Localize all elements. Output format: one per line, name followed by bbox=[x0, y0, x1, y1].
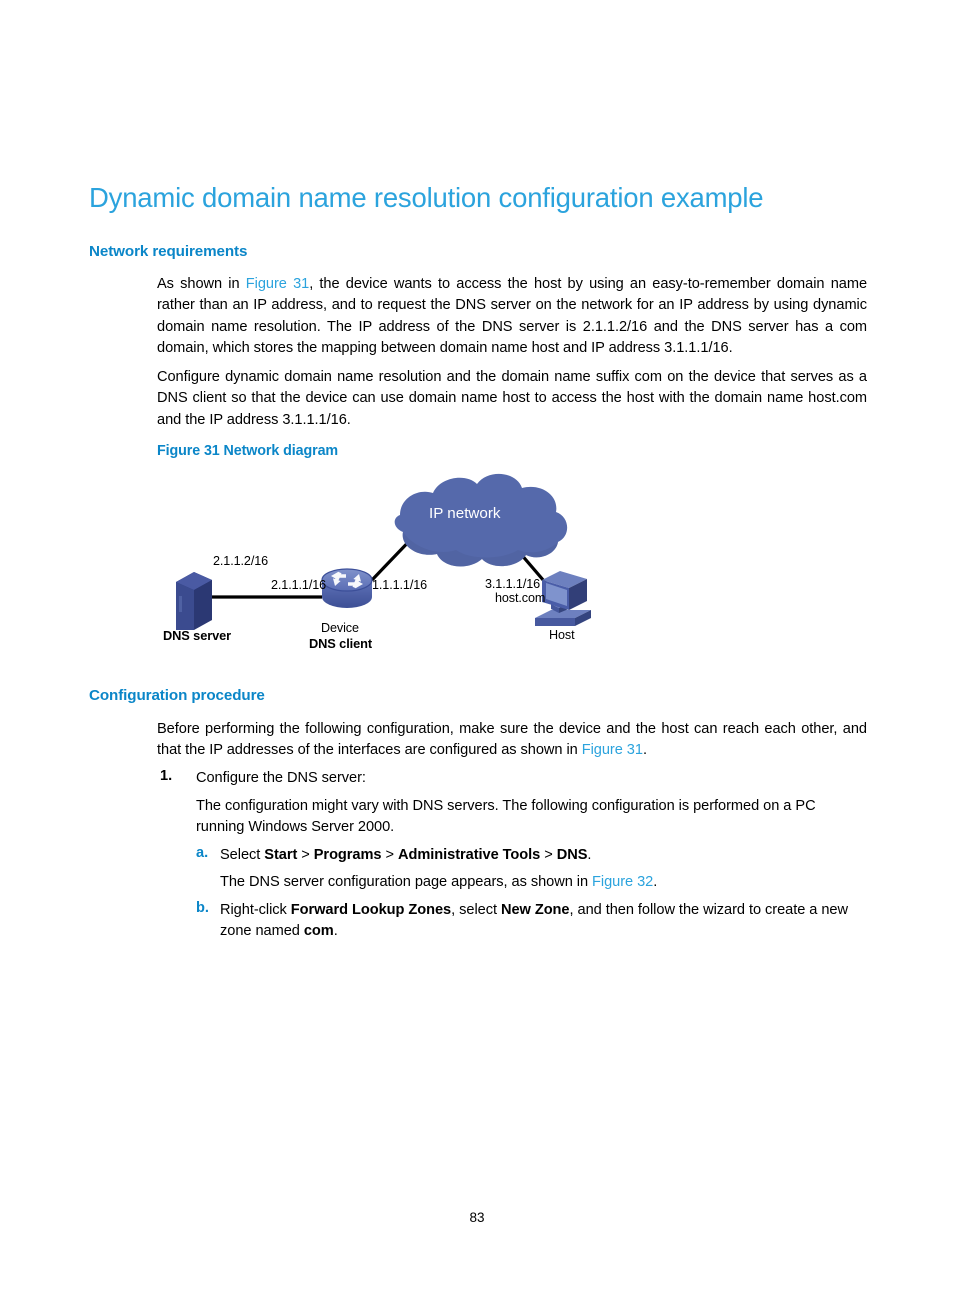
xref-figure-32[interactable]: Figure 32 bbox=[592, 874, 653, 890]
substep-a-bold-dns: DNS bbox=[556, 847, 588, 863]
substep-a-bold-start: Start bbox=[264, 847, 298, 863]
paragraph-text-lead: As shown in bbox=[157, 276, 246, 292]
xref-figure-31-b[interactable]: Figure 31 bbox=[582, 742, 643, 758]
substep-a-bold-programs: Programs bbox=[313, 847, 382, 863]
heading-network-requirements: Network requirements bbox=[89, 243, 248, 260]
label-device-wan-ip: 1.1.1.1/16 bbox=[372, 578, 428, 592]
substep-b-sep-1: , select bbox=[451, 902, 501, 918]
list-marker-substep-b: b. bbox=[196, 900, 209, 916]
label-host-ip: 3.1.1.1/16 bbox=[485, 577, 541, 591]
network-diagram: IP network 2.1.1.2/16 2.1.1.1/16 1.1.1.1… bbox=[150, 460, 790, 660]
intro-text-tail: . bbox=[642, 742, 647, 759]
substep-b-bold-new-zone: New Zone bbox=[500, 902, 570, 918]
substep-a-sep-3: > bbox=[540, 847, 557, 863]
node-label-dns-server: DNS server bbox=[163, 628, 232, 643]
document-page: Dynamic domain name resolution configura… bbox=[0, 0, 954, 1296]
heading-configuration-procedure: Configuration procedure bbox=[89, 687, 265, 704]
router-icon bbox=[321, 568, 373, 608]
node-label-device: Device bbox=[321, 621, 359, 635]
intro-text-lead: Before performing the following configur… bbox=[157, 721, 867, 759]
page-number: 83 bbox=[469, 1210, 485, 1225]
substep-a-note-lead: The DNS server configuration page appear… bbox=[220, 874, 593, 890]
figure-caption: Figure 31 Network diagram bbox=[157, 443, 339, 459]
substep-a-sep-2: > bbox=[381, 847, 398, 863]
substep-a-prefix: Select bbox=[220, 847, 265, 863]
substep-b-bold-forward-lookup-zones: Forward Lookup Zones bbox=[290, 902, 452, 918]
label-device-lan-ip: 2.1.1.1/16 bbox=[271, 578, 327, 592]
node-label-host: Host bbox=[549, 628, 575, 642]
xref-figure-31-a[interactable]: Figure 31 bbox=[246, 276, 309, 292]
paragraph-step-1-body: The configuration might vary with DNS se… bbox=[196, 798, 816, 836]
substep-a-note-tail: . bbox=[653, 874, 658, 890]
list-item-substep-a: Select Start > Programs > Administrative… bbox=[220, 845, 870, 866]
node-label-dns-client: DNS client bbox=[309, 636, 372, 651]
substep-a-suffix: . bbox=[587, 847, 592, 863]
list-item-substep-b: Right-click Forward Lookup Zones, select… bbox=[220, 900, 868, 943]
paragraph-substep-a-note: The DNS server configuration page appear… bbox=[220, 872, 870, 893]
cloud-label: IP network bbox=[429, 505, 501, 522]
substep-b-bold-com: com bbox=[303, 923, 334, 940]
list-marker-substep-a: a. bbox=[196, 845, 209, 861]
list-marker-step-1: 1. bbox=[160, 768, 173, 784]
label-host-domain: host.com bbox=[495, 591, 546, 605]
paragraph-configuration-intro: Before performing the following configur… bbox=[157, 719, 867, 762]
substep-a-bold-admin-tools: Administrative Tools bbox=[397, 847, 541, 863]
substep-b-suffix: . bbox=[333, 923, 338, 940]
page-title: Dynamic domain name resolution configura… bbox=[89, 182, 764, 213]
label-dns-server-ip: 2.1.1.2/16 bbox=[213, 554, 269, 568]
substep-b-prefix: Right-click bbox=[220, 902, 291, 918]
substep-a-sep-1: > bbox=[297, 847, 314, 863]
paragraph-network-requirements-1: As shown in Figure 31, the device wants … bbox=[157, 274, 867, 360]
dns-server-icon bbox=[176, 572, 212, 630]
paragraph-network-requirements-2: Configure dynamic domain name resolution… bbox=[157, 369, 867, 428]
list-item-step-1: Configure the DNS server: bbox=[196, 770, 366, 786]
